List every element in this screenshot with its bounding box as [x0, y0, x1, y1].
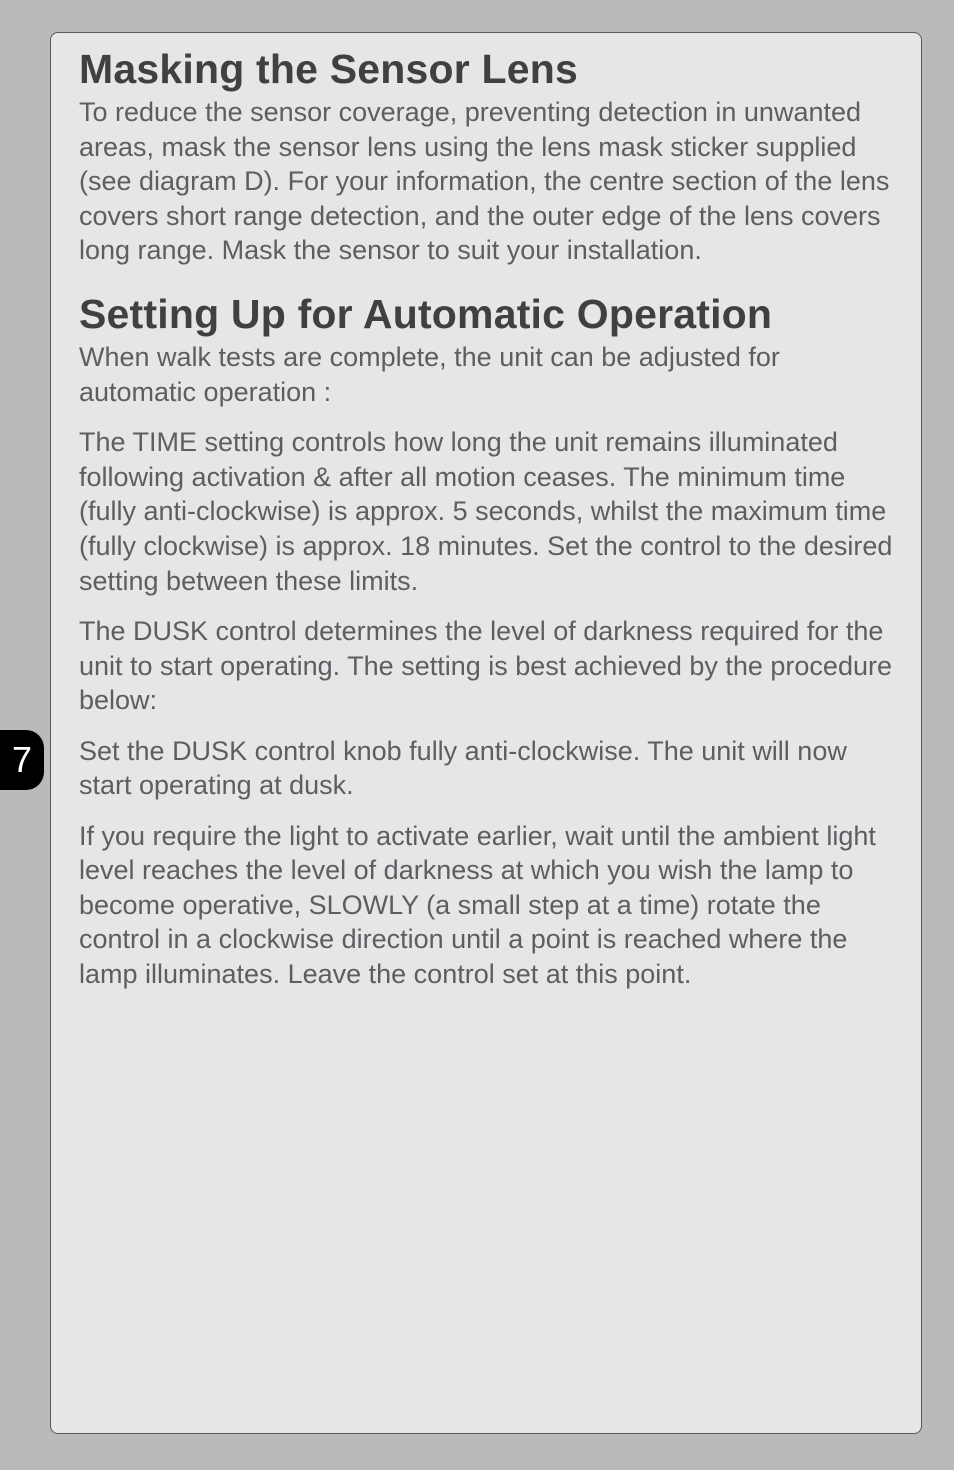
body-activate-earlier: If you require the light to activate ear… — [79, 819, 895, 992]
page-number-text: 7 — [12, 739, 32, 781]
page-outer: 7 Masking the Sensor Lens To reduce the … — [0, 0, 954, 1470]
heading-setting-up-automatic-operation: Setting Up for Automatic Operation — [79, 292, 895, 336]
heading-masking-sensor-lens: Masking the Sensor Lens — [79, 47, 895, 91]
body-time-setting: The TIME setting controls how long the u… — [79, 425, 895, 598]
page-number-tab: 7 — [0, 730, 44, 790]
body-dusk-control-knob: Set the DUSK control knob fully anti-clo… — [79, 734, 895, 803]
body-walk-tests: When walk tests are complete, the unit c… — [79, 340, 895, 409]
page-content-box: Masking the Sensor Lens To reduce the se… — [50, 32, 922, 1434]
body-dusk-control-intro: The DUSK control determines the level of… — [79, 614, 895, 718]
body-masking-paragraph: To reduce the sensor coverage, preventin… — [79, 95, 895, 268]
heading-wrap-automatic-operation: Setting Up for Automatic Operation — [79, 292, 895, 336]
